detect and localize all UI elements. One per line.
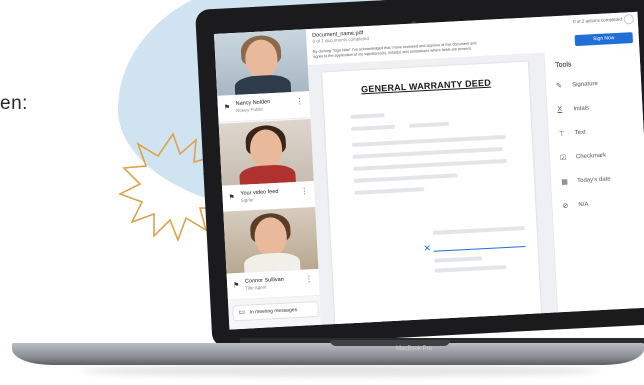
laptop-base xyxy=(12,343,644,365)
cropped-heading-text: en: xyxy=(0,93,28,114)
document-page: GENERAL WARRANTY DEED ✕ xyxy=(322,61,542,330)
tool-signature[interactable]: ✎ Signature xyxy=(556,81,598,94)
flag-icon: ⚑ xyxy=(233,282,240,290)
tool-label: Today's date xyxy=(577,176,611,185)
text-placeholder-line xyxy=(350,113,385,119)
participant-name: Your video feed xyxy=(240,188,279,197)
flag-icon: ⚑ xyxy=(223,104,231,112)
tool-label: Text xyxy=(574,129,586,137)
participant-card[interactable]: ⚑ Connor Sullivan Title Agent ⋮ xyxy=(226,268,320,301)
participant-name: Nancy Nolden xyxy=(235,99,271,107)
text-placeholder-line xyxy=(432,226,525,235)
text-icon: ⊤ xyxy=(558,130,566,139)
document-viewer[interactable]: GENERAL WARRANTY DEED ✕ xyxy=(307,52,558,330)
video-feed-notary xyxy=(214,29,310,96)
pen-icon: ✎ xyxy=(556,82,563,91)
actions-status: 0 of 2 actions completed xyxy=(572,16,622,25)
flag-icon: ⚑ xyxy=(228,194,236,202)
initials-icon: X xyxy=(557,105,563,114)
more-options-icon[interactable]: ⋮ xyxy=(305,274,313,283)
tool-initials[interactable]: X Initals xyxy=(557,105,589,118)
more-options-icon[interactable]: ⋮ xyxy=(295,96,303,105)
signature-line[interactable] xyxy=(433,245,526,252)
text-placeholder-line xyxy=(351,134,506,147)
text-placeholder-line xyxy=(351,124,396,131)
tool-checkmark[interactable]: ☑ Checkmark xyxy=(560,153,607,166)
laptop-brand-label: MacBook Pro xyxy=(396,346,433,352)
participant-role: Title Agent xyxy=(245,284,267,291)
tool-label: Checkmark xyxy=(575,152,607,161)
tool-label: N/A xyxy=(578,201,589,209)
text-placeholder-line xyxy=(408,121,450,128)
text-placeholder-line xyxy=(352,147,503,159)
signature-field-marker[interactable]: ✕ xyxy=(423,243,431,254)
participant-name: Connor Sullivan xyxy=(244,276,284,285)
text-placeholder-line xyxy=(353,158,508,171)
checkbox-icon: ☑ xyxy=(559,154,567,163)
text-placeholder-line xyxy=(353,173,458,183)
tool-todays-date[interactable]: ▦ Today's date xyxy=(561,176,611,190)
video-sidebar: ⚑ Nancy Nolden Notary Public ⋮ ⚑ Your vi… xyxy=(214,29,323,330)
calendar-icon: ▦ xyxy=(561,178,569,187)
chat-icon: ▭ xyxy=(238,308,246,317)
tool-label: Signature xyxy=(572,80,598,89)
video-feed-title-agent xyxy=(223,206,319,274)
tool-not-applicable[interactable]: ⊘ N/A xyxy=(562,202,588,214)
tools-panel: Tools ✎ Signature X Initals ⊤ Text ☑ Che… xyxy=(543,47,644,313)
sign-now-button[interactable]: Sign Now xyxy=(574,32,634,47)
not-applicable-icon: ⊘ xyxy=(562,202,569,210)
in-meeting-messages-button[interactable]: ▭ In meeting messages xyxy=(232,300,319,322)
tool-label: Initals xyxy=(573,105,590,113)
participant-role: Signer xyxy=(240,197,254,203)
document-title: GENERAL WARRANTY DEED xyxy=(360,77,492,95)
laptop-screen: ⚑ Nancy Nolden Notary Public ⋮ ⚑ Your vi… xyxy=(214,11,644,330)
text-placeholder-line xyxy=(434,256,483,263)
participant-card[interactable]: ⚑ Nancy Nolden Notary Public ⋮ xyxy=(217,91,311,123)
more-options-icon[interactable]: ⋮ xyxy=(300,186,308,195)
text-placeholder-line xyxy=(354,187,425,195)
tool-text[interactable]: ⊤ Text xyxy=(559,130,586,142)
video-feed-signer xyxy=(218,119,314,186)
tools-title: Tools xyxy=(554,61,572,70)
text-placeholder-line xyxy=(434,265,507,273)
laptop-shadow xyxy=(80,365,600,377)
progress-ring-icon xyxy=(623,14,635,25)
participant-role: Notary Public xyxy=(235,106,263,113)
messages-button-label: In meeting messages xyxy=(249,306,298,316)
